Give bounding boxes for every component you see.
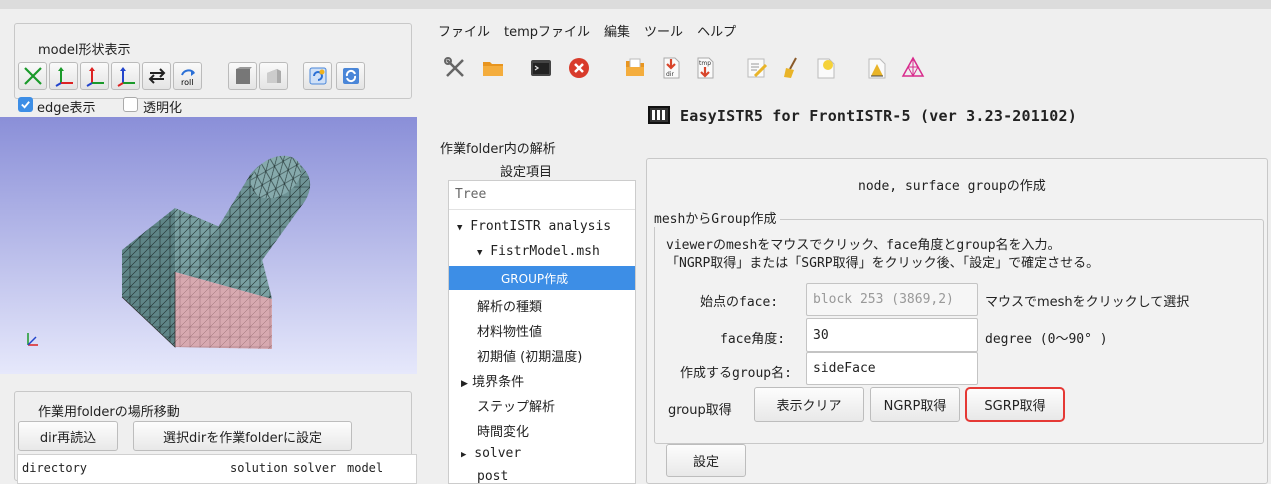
menu-file[interactable]: ファイル — [438, 21, 490, 40]
tree-item-fistr-model[interactable]: ▼ FistrModel.msh — [477, 244, 600, 259]
solver-column-header[interactable]: solver — [293, 461, 336, 475]
solution-column-header[interactable]: solution — [230, 461, 288, 475]
settings-tree[interactable]: Tree ▼ FrontISTR analysis ▼ FistrModel.m… — [448, 180, 636, 484]
tree-divider — [449, 209, 635, 210]
tree-item-solver[interactable]: ▶ solver — [461, 446, 521, 461]
app-logo-icon — [648, 106, 670, 124]
new-file-icon[interactable] — [811, 53, 841, 83]
roll-icon[interactable]: roll — [173, 62, 202, 90]
start-face-label: 始点のface: — [700, 295, 779, 310]
group-get-label: group取得 — [668, 403, 732, 418]
tree-item-initial-value[interactable]: 初期値 (初期温度) — [477, 346, 582, 365]
window-top-strip — [0, 0, 1271, 9]
tree-item-boundary[interactable]: ▶ 境界条件 — [461, 371, 524, 390]
mesh-icon[interactable] — [898, 53, 928, 83]
tree-item-post[interactable]: post — [477, 469, 508, 484]
dir-column-header[interactable]: directory — [22, 461, 87, 475]
menu-temp-file[interactable]: tempファイル — [504, 21, 590, 40]
fit-icon[interactable] — [18, 62, 47, 90]
tree-item-group-create-label: GROUP作成 — [501, 272, 569, 286]
set-button[interactable]: 設定 — [666, 444, 746, 477]
analysis-group-title: 作業folder内の解析 — [440, 142, 556, 157]
folder-icon[interactable] — [478, 53, 508, 83]
tree-item-frontistr-analysis[interactable]: ▼ FrontISTR analysis — [457, 219, 611, 234]
start-face-field[interactable]: block 253 (3869,2) — [806, 283, 978, 316]
angle-field[interactable]: 30 — [806, 318, 978, 352]
dir-icon[interactable]: dir — [656, 53, 686, 83]
settings-label: 設定項目 — [500, 165, 553, 180]
open-file-icon[interactable] — [620, 53, 650, 83]
angle-hint: degree (0〜90° ) — [985, 332, 1108, 347]
folder-group-title: 作業用folderの場所移動 — [38, 405, 180, 420]
terminal-icon[interactable] — [526, 53, 556, 83]
tree-item-time[interactable]: 時間変化 — [477, 421, 529, 440]
z-axis-view-icon[interactable] — [111, 62, 140, 90]
tmp-icon[interactable]: tmp — [690, 53, 720, 83]
start-face-hint: マウスでmeshをクリックして選択 — [985, 295, 1190, 310]
app-title: EasyISTR5 for FrontISTR-5 (ver 3.23-2011… — [680, 107, 1077, 125]
angle-label: face角度: — [720, 332, 786, 347]
panel-title: node, surface groupの作成 — [858, 179, 1046, 194]
menu-bar: ファイル tempファイル 編集 ツール ヘルプ — [438, 21, 736, 40]
sgrp-get-button[interactable]: SGRP取得 — [965, 387, 1065, 422]
reload-dir-button[interactable]: dir再読込 — [18, 421, 118, 451]
mesh-model — [121, 155, 311, 349]
solid-cube-icon[interactable] — [228, 62, 257, 90]
clear-display-button[interactable]: 表示クリア — [754, 387, 864, 422]
menu-tools[interactable]: ツール — [644, 21, 683, 40]
svg-text:tmp: tmp — [699, 60, 711, 67]
model-viewport[interactable] — [0, 117, 417, 374]
tree-item-group-create[interactable]: GROUP作成 — [449, 266, 635, 290]
set-work-folder-button[interactable]: 選択dirを作業folderに設定 — [133, 421, 352, 451]
tree-item-analysis-type[interactable]: 解析の種類 — [477, 296, 542, 315]
menu-edit[interactable]: 編集 — [604, 21, 630, 40]
close-icon[interactable] — [564, 53, 594, 83]
menu-help[interactable]: ヘルプ — [697, 21, 736, 40]
instruction-line-1: viewerのmeshをマウスでクリック、face角度とgroup名を入力。 — [666, 238, 1061, 253]
group-name-field[interactable]: sideFace — [806, 352, 978, 385]
report-icon[interactable] — [862, 53, 892, 83]
reload-model-icon[interactable] — [303, 62, 332, 90]
swap-icon[interactable] — [142, 62, 171, 90]
left-panel: model形状表示 roll edge表示 透明化 作業用folderの場所移動… — [0, 9, 428, 484]
right-panel: ファイル tempファイル 編集 ツール ヘルプ dir tmp EasyIST… — [428, 9, 1271, 484]
model-shape-group-title: model形状表示 — [38, 43, 131, 58]
edit-icon[interactable] — [742, 53, 772, 83]
instruction-line-2: 「NGRP取得」または「SGRP取得」をクリック後、「設定」で確定させる。 — [666, 256, 1100, 271]
edge-checkbox[interactable] — [18, 97, 33, 112]
refresh-icon[interactable] — [336, 62, 365, 90]
svg-text:roll: roll — [181, 78, 193, 87]
shaded-cube-icon[interactable] — [259, 62, 288, 90]
svg-text:dir: dir — [666, 71, 674, 78]
transparent-checkbox-label: 透明化 — [143, 101, 183, 116]
tools-icon[interactable] — [440, 53, 470, 83]
ngrp-get-button[interactable]: NGRP取得 — [870, 387, 960, 422]
tree-item-material[interactable]: 材料物性値 — [477, 321, 542, 340]
tree-header: Tree — [455, 187, 487, 202]
y-axis-view-icon[interactable] — [80, 62, 109, 90]
clean-icon[interactable] — [777, 53, 807, 83]
transparent-checkbox[interactable] — [123, 97, 138, 112]
group-name-label: 作成するgroup名: — [680, 366, 792, 381]
x-axis-view-icon[interactable] — [49, 62, 78, 90]
mesh-group-title: meshからGroup作成 — [654, 208, 781, 227]
tree-item-step[interactable]: ステップ解析 — [477, 396, 555, 415]
model-column-header[interactable]: model — [347, 461, 383, 475]
axis-indicator — [22, 329, 42, 351]
edge-checkbox-label: edge表示 — [37, 101, 96, 116]
